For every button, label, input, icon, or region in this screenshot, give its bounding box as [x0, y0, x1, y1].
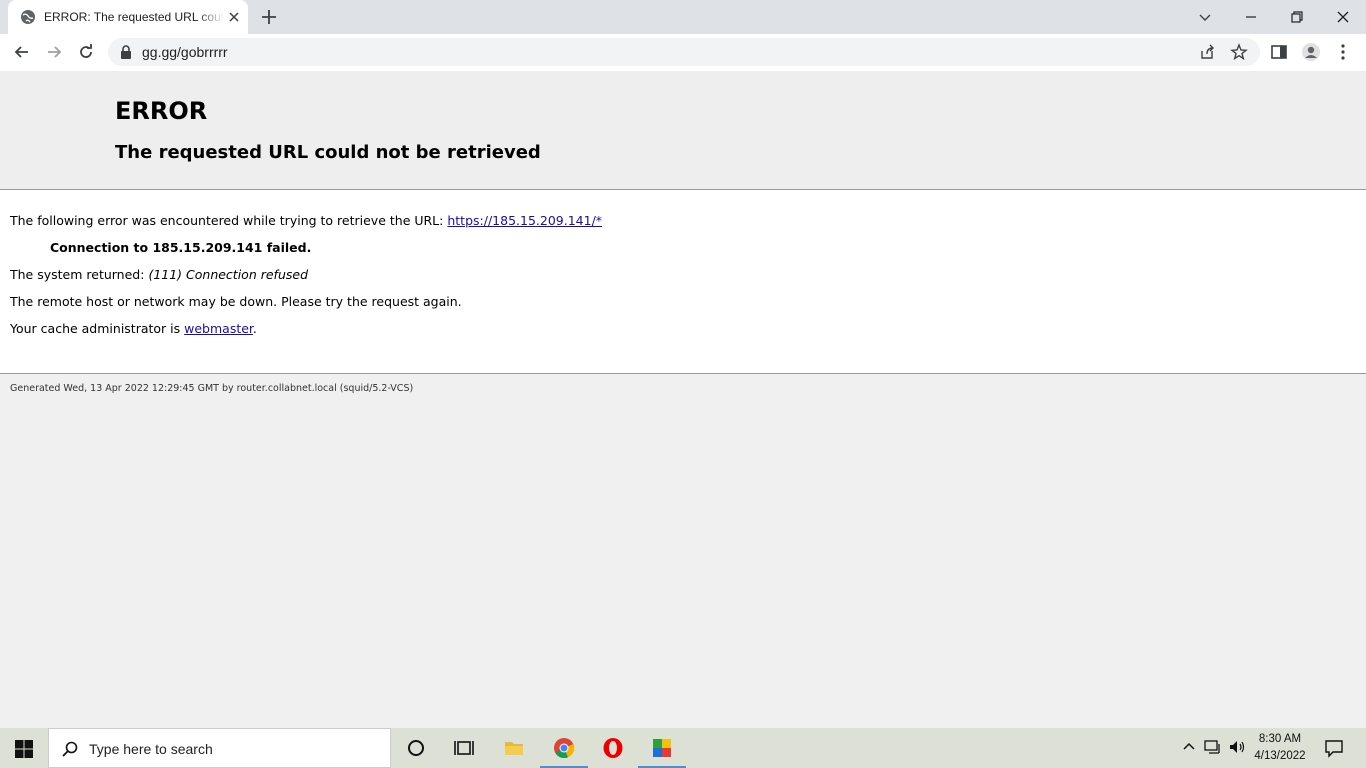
volume-icon[interactable] [1228, 738, 1246, 756]
task-view-button[interactable] [440, 728, 488, 768]
system-returned-line: The system returned: (111) Connection re… [10, 267, 308, 282]
tab-close-icon[interactable] [226, 9, 242, 25]
error-subheading: The requested URL could not be retrieved [115, 142, 541, 163]
tab-active[interactable]: ERROR: The requested URL could not be re… [8, 0, 248, 34]
chrome-button[interactable] [540, 728, 588, 768]
opera-button[interactable] [589, 728, 637, 768]
close-window-icon[interactable] [1333, 7, 1353, 27]
windows-start-icon[interactable] [14, 739, 34, 759]
pinned-app-button[interactable] [638, 728, 686, 768]
restore-icon[interactable] [1287, 7, 1307, 27]
system-returned-value: (111) Connection refused [148, 267, 309, 282]
opera-icon [603, 738, 623, 758]
clock-time: 8:30 AM [1258, 733, 1302, 745]
cache-admin-suffix: . [252, 321, 257, 336]
task-view-icon [454, 741, 474, 755]
tray-chevron-up-icon[interactable] [1180, 738, 1198, 756]
tab-search-chevron-icon[interactable] [1195, 7, 1215, 27]
file-explorer-button[interactable] [490, 728, 538, 768]
generated-footer: Generated Wed, 13 Apr 2022 12:29:45 GMT … [10, 383, 414, 394]
clock-date: 4/13/2022 [1254, 750, 1306, 762]
webmaster-link[interactable]: webmaster [184, 321, 253, 336]
tab-strip: ERROR: The requested URL could not be re… [0, 0, 1366, 34]
search-placeholder: Type here to search [89, 741, 213, 757]
taskbar-search-box[interactable]: Type here to search [48, 728, 391, 768]
minimize-icon[interactable] [1241, 7, 1261, 27]
error-heading: ERROR [115, 97, 208, 125]
browser-toolbar: gg.gg/gobrrrrr [0, 34, 1366, 72]
forward-arrow-icon[interactable] [44, 42, 64, 62]
side-panel-icon[interactable] [1269, 42, 1289, 62]
taskbar: Type here to search 8:30 AM 4/13/2022 [0, 728, 1366, 768]
share-icon[interactable] [1198, 43, 1216, 61]
network-icon[interactable] [1204, 738, 1222, 756]
url-text[interactable]: gg.gg/gobrrrrr [142, 44, 228, 60]
back-arrow-icon[interactable] [12, 42, 32, 62]
profile-avatar-icon[interactable] [1301, 42, 1321, 62]
bookmark-star-icon[interactable] [1230, 43, 1248, 61]
error-body: The following error was encountered whil… [0, 190, 1366, 374]
cache-admin-label: Your cache administrator is [10, 321, 181, 336]
intro-text: The following error was encountered whil… [10, 213, 444, 228]
address-bar[interactable]: gg.gg/gobrrrrr [108, 38, 1260, 66]
notification-center-icon[interactable] [1324, 738, 1344, 758]
page-viewport: ERROR The requested URL could not be ret… [0, 71, 1366, 728]
system-clock[interactable]: 8:30 AM 4/13/2022 [1252, 731, 1308, 765]
intro-line: The following error was encountered whil… [10, 213, 602, 228]
new-tab-icon[interactable] [260, 8, 278, 26]
search-icon [62, 741, 78, 757]
globe-icon [21, 10, 35, 24]
chrome-icon [554, 738, 575, 758]
lock-icon[interactable] [120, 45, 132, 59]
cortana-circle-icon [408, 740, 424, 756]
tab-title: ERROR: The requested URL could not be re… [44, 10, 224, 24]
cache-admin-line: Your cache administrator is webmaster. [10, 321, 257, 336]
system-returned-label: The system returned: [10, 267, 145, 282]
reload-icon[interactable] [76, 42, 96, 62]
advice-text: The remote host or network may be down. … [10, 294, 462, 309]
menu-kebab-icon[interactable] [1333, 42, 1353, 62]
folder-icon [505, 742, 523, 755]
error-detail: Connection to 185.15.209.141 failed. [50, 240, 312, 255]
error-header: ERROR The requested URL could not be ret… [0, 71, 1366, 190]
cortana-button[interactable] [392, 728, 440, 768]
requested-url-link[interactable]: https://185.15.209.141/* [447, 213, 602, 228]
colorful-app-icon [653, 739, 671, 757]
